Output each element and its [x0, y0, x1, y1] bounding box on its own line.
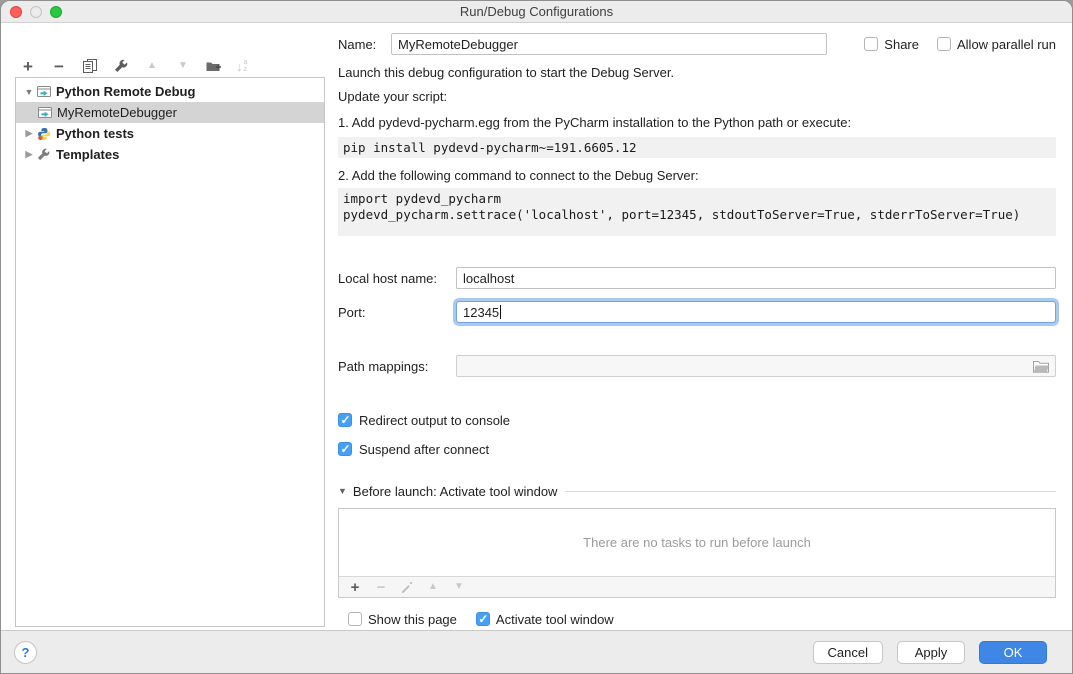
cancel-button[interactable]: Cancel [813, 641, 883, 664]
port-value: 12345 [463, 305, 499, 320]
allow-parallel-run-label: Allow parallel run [957, 37, 1056, 52]
port-label: Port: [338, 305, 456, 320]
checkbox-icon[interactable] [937, 37, 951, 51]
instruction-step2: 2. Add the following command to connect … [338, 168, 1056, 184]
local-host-label: Local host name: [338, 271, 456, 286]
local-host-input[interactable] [456, 267, 1056, 289]
show-this-page-checkbox[interactable]: Show this page [348, 612, 457, 627]
apply-button[interactable]: Apply [897, 641, 965, 664]
configurations-tree: ▼ Python Remote Debug MyRemoteDebugger ▶ [15, 77, 325, 627]
move-down-icon: ▼ [174, 57, 192, 75]
path-mappings-label: Path mappings: [338, 359, 456, 374]
copy-configuration-icon[interactable] [81, 57, 99, 75]
new-folder-icon[interactable] [205, 57, 223, 75]
path-mappings-input[interactable] [456, 355, 1056, 377]
name-input[interactable] [391, 33, 827, 55]
checkbox-checked-icon[interactable] [338, 413, 352, 427]
suspend-after-connect-label: Suspend after connect [359, 442, 489, 457]
ok-button[interactable]: OK [979, 641, 1047, 664]
chevron-right-icon[interactable]: ▶ [23, 128, 35, 139]
help-button[interactable]: ? [14, 641, 37, 664]
tree-item-myremotedebugger[interactable]: MyRemoteDebugger [16, 102, 324, 123]
before-launch-empty-text: There are no tasks to run before launch [339, 509, 1055, 576]
add-configuration-icon[interactable]: + [19, 57, 37, 75]
run-debug-configurations-dialog: Run/Debug Configurations + − ▲ ▼ ↓az [0, 0, 1073, 674]
tree-item-python-remote-debug[interactable]: ▼ Python Remote Debug [16, 81, 324, 102]
text-caret [500, 305, 501, 319]
activate-tool-window-checkbox[interactable]: Activate tool window [476, 612, 614, 627]
move-task-down-icon: ▼ [452, 580, 466, 594]
help-question-icon: ? [22, 645, 30, 660]
suspend-after-connect-checkbox[interactable]: Suspend after connect [338, 440, 1056, 458]
share-checkbox[interactable]: Share [864, 37, 919, 52]
tree-item-python-tests[interactable]: ▶ Python tests [16, 123, 324, 144]
before-launch-toolbar: + − ▲ ▼ [339, 576, 1055, 597]
configurations-sidebar: + − ▲ ▼ ↓az ▼ [1, 23, 331, 630]
name-label: Name: [338, 37, 391, 52]
share-label: Share [884, 37, 919, 52]
show-this-page-label: Show this page [368, 612, 457, 627]
window-title: Run/Debug Configurations [460, 4, 613, 19]
checkbox-icon[interactable] [348, 612, 362, 626]
section-divider [565, 491, 1056, 492]
checkbox-checked-icon[interactable] [476, 612, 490, 626]
title-bar: Run/Debug Configurations [1, 1, 1072, 23]
remove-configuration-icon[interactable]: − [50, 57, 68, 75]
sidebar-toolbar: + − ▲ ▼ ↓az [19, 56, 247, 76]
dialog-footer: ? Cancel Apply OK [1, 630, 1072, 673]
edit-task-icon [400, 580, 414, 594]
settrace-code: import pydevd_pycharmpydevd_pycharm.sett… [338, 188, 1056, 236]
before-launch-title: Before launch: Activate tool window [353, 484, 558, 499]
add-task-icon[interactable]: + [348, 580, 362, 594]
checkbox-icon[interactable] [864, 37, 878, 51]
instruction-intro: Launch this debug configuration to start… [338, 65, 1056, 81]
remote-debug-config-icon [36, 85, 51, 99]
chevron-right-icon[interactable]: ▶ [23, 149, 35, 160]
tree-item-label: Python Remote Debug [56, 84, 195, 99]
port-input[interactable]: 12345 [456, 301, 1056, 323]
code-line: pydevd_pycharm.settrace('localhost', por… [343, 207, 1051, 223]
tree-item-label: Templates [56, 147, 119, 162]
code-line: import pydevd_pycharm [343, 191, 1051, 207]
before-launch-section-header[interactable]: ▼ Before launch: Activate tool window [338, 482, 1056, 500]
close-window-icon[interactable] [10, 6, 22, 18]
move-up-icon: ▲ [143, 57, 161, 75]
instruction-update: Update your script: [338, 89, 1056, 105]
chevron-down-icon[interactable]: ▼ [23, 87, 35, 97]
chevron-down-icon[interactable]: ▼ [338, 486, 347, 496]
python-tests-icon [36, 127, 51, 141]
edit-templates-icon[interactable] [112, 57, 130, 75]
tree-item-label: MyRemoteDebugger [57, 105, 177, 120]
tree-item-templates[interactable]: ▶ Templates [16, 144, 324, 165]
allow-parallel-run-checkbox[interactable]: Allow parallel run [937, 37, 1056, 52]
redirect-output-checkbox[interactable]: Redirect output to console [338, 411, 1056, 429]
minimize-window-icon [30, 6, 42, 18]
window-controls [10, 6, 62, 18]
remote-debug-config-icon [37, 106, 52, 120]
sort-alphabetically-icon: ↓az [236, 59, 247, 74]
remove-task-icon: − [374, 580, 388, 594]
tree-item-label: Python tests [56, 126, 134, 141]
instruction-step1: 1. Add pydevd-pycharm.egg from the PyCha… [338, 115, 1056, 131]
activate-tool-window-label: Activate tool window [496, 612, 614, 627]
pip-install-code: pip install pydevd-pycharm~=191.6605.12 [338, 137, 1056, 158]
configuration-editor: Name: Share Allow parallel run Launch th… [331, 23, 1072, 630]
folder-browse-icon[interactable] [1033, 360, 1049, 373]
zoom-window-icon[interactable] [50, 6, 62, 18]
checkbox-checked-icon[interactable] [338, 442, 352, 456]
before-launch-task-list: There are no tasks to run before launch … [338, 508, 1056, 598]
templates-wrench-icon [36, 148, 51, 162]
redirect-output-label: Redirect output to console [359, 413, 510, 428]
move-task-up-icon: ▲ [426, 580, 440, 594]
